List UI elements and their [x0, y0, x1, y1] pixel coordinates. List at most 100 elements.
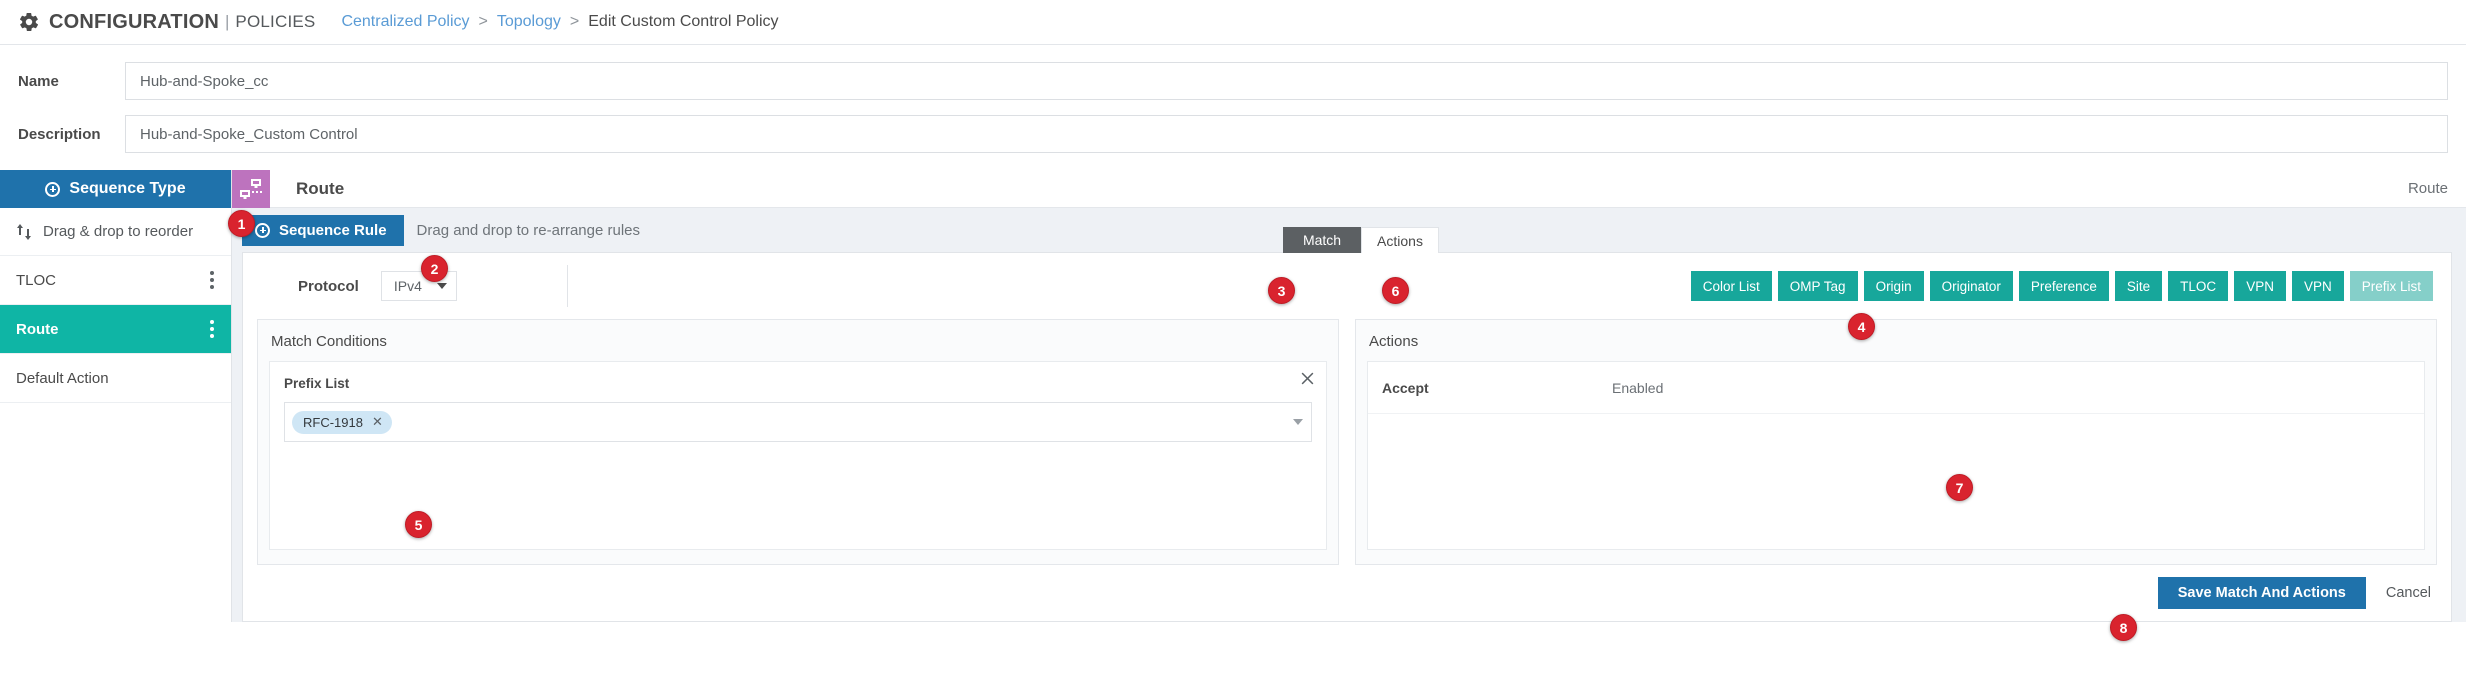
criteria-label: TLOC [2180, 279, 2216, 294]
match-conditions-title: Match Conditions [258, 320, 1338, 361]
breadcrumb: Centralized Policy > Topology > Edit Cus… [341, 13, 778, 31]
criteria-button-site[interactable]: Site [2115, 271, 2162, 301]
prefix-list-chip[interactable]: RFC-1918 ✕ [292, 411, 392, 434]
cancel-label: Cancel [2386, 585, 2431, 601]
criteria-label: Origin [1876, 279, 1912, 294]
criteria-label: Color List [1703, 279, 1760, 294]
criteria-button-originator[interactable]: Originator [1930, 271, 2013, 301]
name-label: Name [0, 73, 125, 90]
sidebar-item-route[interactable]: Route [0, 305, 231, 354]
page-section: POLICIES [235, 12, 315, 32]
description-input[interactable] [125, 115, 2448, 153]
tab-match[interactable]: Match [1283, 227, 1361, 253]
actions-list: Accept Enabled [1367, 361, 2425, 550]
match-actions-panels: Match Conditions Prefix List RFC-1918 ✕ [243, 319, 2451, 565]
kebab-menu-icon[interactable] [210, 271, 214, 289]
action-name: Accept [1382, 380, 1612, 396]
sidebar-item-default-action[interactable]: Default Action [0, 354, 231, 403]
criteria-button-vpn-1[interactable]: VPN [2234, 271, 2286, 301]
description-label: Description [0, 126, 125, 143]
callout-badge-4: 4 [1848, 313, 1875, 340]
criteria-label: OMP Tag [1790, 279, 1846, 294]
close-icon[interactable] [1300, 371, 1315, 386]
sidebar-item-label: TLOC [16, 272, 56, 289]
tab-actions[interactable]: Actions [1361, 227, 1439, 253]
criteria-button-tloc[interactable]: TLOC [2168, 271, 2228, 301]
breadcrumb-current: Edit Custom Control Policy [588, 13, 778, 31]
plus-icon [45, 182, 60, 197]
prefix-list-label: Prefix List [270, 362, 1326, 391]
criteria-button-vpn-2[interactable]: VPN [2292, 271, 2344, 301]
chip-label: RFC-1918 [303, 415, 363, 430]
page-header: CONFIGURATION | POLICIES Centralized Pol… [0, 0, 2466, 45]
breadcrumb-separator-2: > [570, 13, 579, 31]
criteria-label: Preference [2031, 279, 2097, 294]
protocol-value: IPv4 [394, 278, 422, 294]
network-topology-icon [232, 170, 270, 208]
protocol-row: Protocol IPv4 Color List OMP Tag Origin … [243, 253, 2451, 319]
remove-chip-icon[interactable]: ✕ [372, 414, 383, 430]
drag-drop-hint: Drag & drop to reorder [0, 208, 231, 256]
breadcrumb-topology[interactable]: Topology [497, 13, 561, 31]
rule-footer: Save Match And Actions Cancel [243, 565, 2451, 621]
callout-badge-5: 5 [405, 511, 432, 538]
add-sequence-rule-button[interactable]: Sequence Rule [242, 215, 404, 246]
gear-icon [18, 11, 40, 33]
criteria-button-preference[interactable]: Preference [2019, 271, 2109, 301]
sequence-rule-label: Sequence Rule [279, 222, 387, 239]
add-sequence-type-button[interactable]: Sequence Type [0, 170, 231, 208]
title-separator: | [225, 12, 229, 32]
route-type-label: Route [2408, 180, 2448, 197]
callout-badge-6: 6 [1382, 277, 1409, 304]
rule-card: Match Actions Protocol IPv4 Color List [242, 252, 2452, 622]
criteria-label: VPN [2246, 279, 2274, 294]
sidebar-item-tloc[interactable]: TLOC [0, 256, 231, 305]
name-row: Name [0, 61, 2466, 101]
drag-drop-label: Drag & drop to reorder [43, 223, 193, 240]
page-title: CONFIGURATION [49, 11, 219, 34]
chevron-down-icon[interactable] [1293, 419, 1303, 425]
criteria-button-color-list[interactable]: Color List [1691, 271, 1772, 301]
actions-panel: Actions Accept Enabled [1355, 319, 2437, 565]
match-actions-tabs: Match Actions [1283, 227, 1439, 253]
prefix-list-multiselect[interactable]: RFC-1918 ✕ [284, 402, 1312, 442]
policy-editor: Sequence Type Drag & drop to reorder TLO… [0, 170, 2466, 622]
breadcrumb-separator-1: > [479, 13, 488, 31]
save-match-and-actions-button[interactable]: Save Match And Actions [2158, 577, 2366, 609]
rearrange-hint: Drag and drop to re-arrange rules [417, 222, 640, 239]
app-root: CONFIGURATION | POLICIES Centralized Pol… [0, 0, 2466, 697]
name-input[interactable] [125, 62, 2448, 100]
action-value: Enabled [1612, 380, 1663, 396]
criteria-button-prefix-list[interactable]: Prefix List [2350, 271, 2433, 301]
chevron-down-icon [437, 283, 447, 289]
callout-badge-7: 7 [1946, 474, 1973, 501]
route-header: Route Route [232, 170, 2466, 208]
policy-form: Name Description [0, 45, 2466, 170]
criteria-label: Originator [1942, 279, 2001, 294]
sidebar-item-label: Route [16, 321, 59, 338]
sequence-sidebar: Sequence Type Drag & drop to reorder TLO… [0, 170, 232, 622]
vertical-divider [567, 265, 568, 307]
match-criteria-buttons: Color List OMP Tag Origin Originator Pre… [1691, 271, 2451, 301]
action-row-accept: Accept Enabled [1368, 362, 2424, 414]
protocol-label: Protocol [298, 278, 359, 295]
kebab-menu-icon[interactable] [210, 320, 214, 338]
criteria-label: Prefix List [2362, 279, 2421, 294]
callout-badge-8: 8 [2110, 614, 2137, 641]
sequence-type-label: Sequence Type [69, 180, 185, 198]
callout-badge-1: 1 [228, 210, 255, 237]
callout-badge-3: 3 [1268, 277, 1295, 304]
cancel-button[interactable]: Cancel [2386, 585, 2431, 601]
tab-label: Match [1303, 232, 1341, 248]
rule-editor-column: Route Route Sequence Rule Drag and drop … [232, 170, 2466, 622]
sidebar-item-label: Default Action [16, 370, 109, 387]
tab-label: Actions [1377, 233, 1423, 249]
criteria-button-origin[interactable]: Origin [1864, 271, 1924, 301]
reorder-icon [16, 223, 32, 241]
breadcrumb-centralized-policy[interactable]: Centralized Policy [341, 13, 469, 31]
description-row: Description [0, 114, 2466, 154]
actions-title: Actions [1356, 320, 2436, 361]
criteria-button-omp-tag[interactable]: OMP Tag [1778, 271, 1858, 301]
criteria-label: VPN [2304, 279, 2332, 294]
callout-badge-2: 2 [421, 255, 448, 282]
